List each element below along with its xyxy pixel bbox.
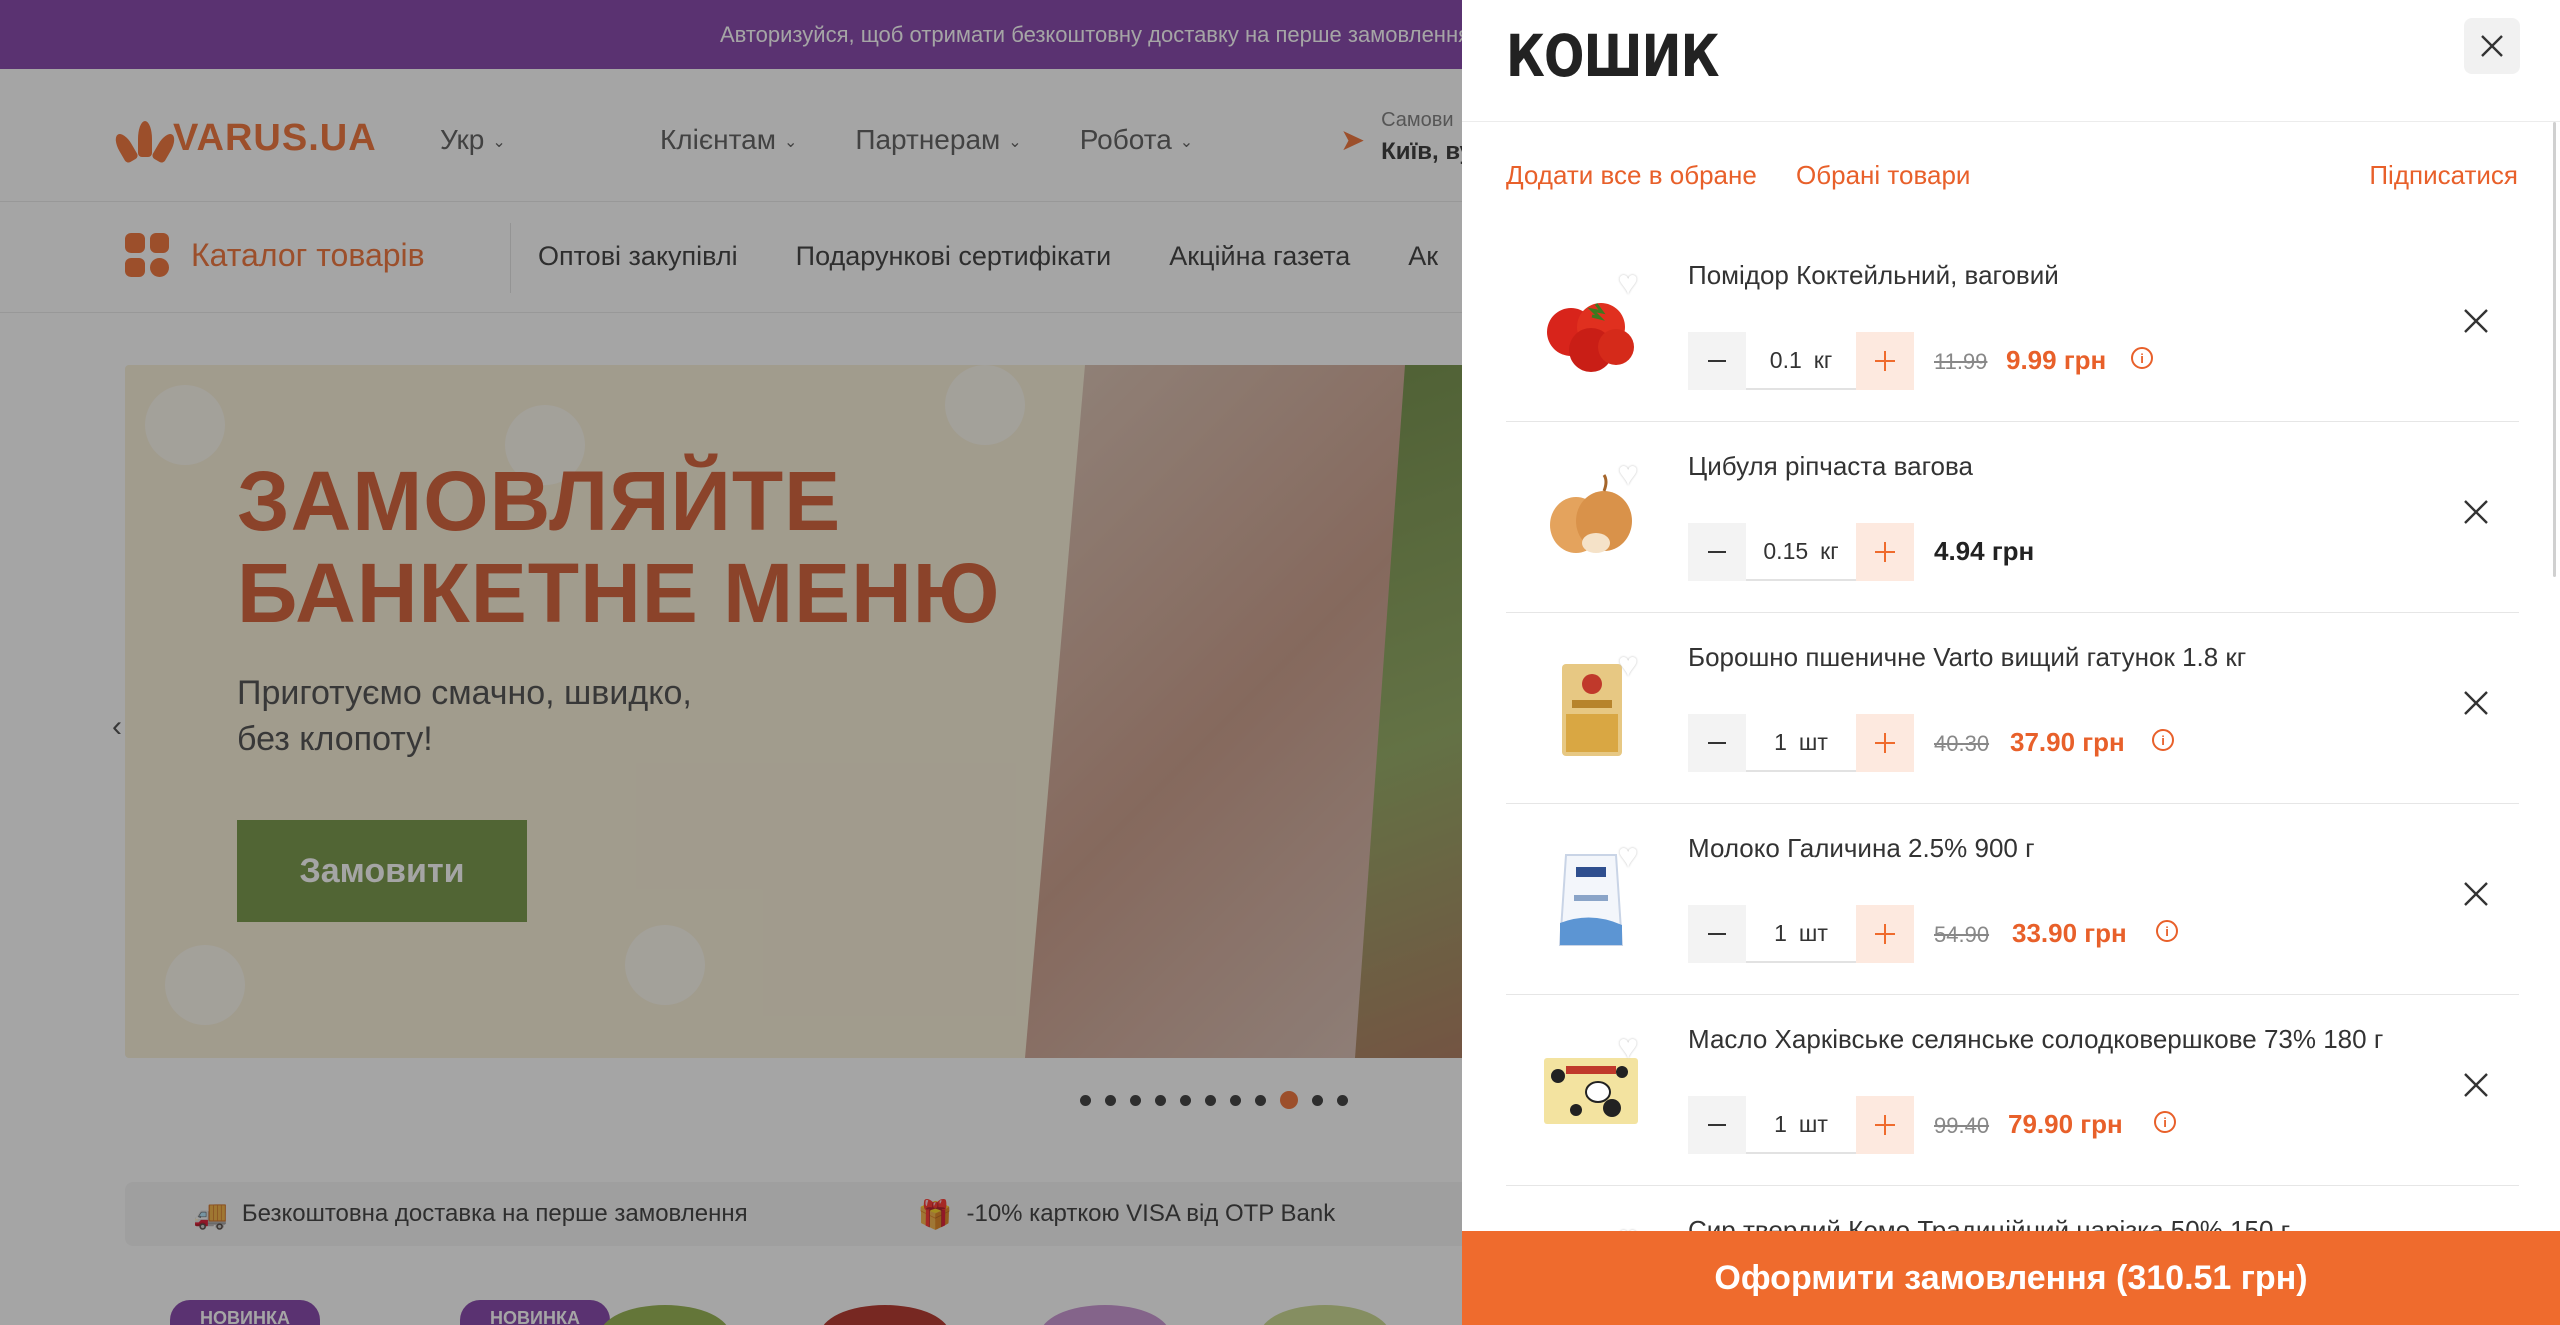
current-price: 79.90 грн (2008, 1109, 2123, 1139)
quantity-field[interactable]: 1 шт (1746, 905, 1856, 963)
add-all-to-favorites-link[interactable]: Додати все в обране (1506, 160, 1757, 191)
plus-icon (1875, 351, 1895, 371)
quantity-unit: кг (1813, 346, 1833, 373)
quantity-field[interactable]: 1 шт (1746, 1096, 1856, 1154)
old-price: 40.30 (1934, 731, 1990, 756)
favorite-heart-icon[interactable]: ♥ (1618, 264, 1638, 303)
quantity-value: 1 (1774, 1110, 1787, 1137)
product-name[interactable]: Масло Харківське селянське солодковершко… (1688, 1024, 2383, 1055)
remove-item-button[interactable] (2453, 680, 2499, 726)
old-price: 54.90 (1934, 922, 1990, 947)
quantity-unit: шт (1798, 1110, 1828, 1137)
minus-icon (1708, 1124, 1726, 1126)
quantity-stepper: 0.1 кг (1688, 332, 1914, 390)
decrease-quantity-button[interactable] (1688, 1096, 1746, 1154)
minus-icon (1708, 360, 1726, 362)
subscribe-link[interactable]: Підписатися (2369, 160, 2518, 191)
cart-item: ♥ Борошно пшеничне Varto вищий гатунок 1… (1506, 614, 2519, 804)
remove-item-button[interactable] (2453, 1062, 2499, 1108)
cart-title: КОШИК (1506, 22, 1719, 90)
cart-item: ♥ Помідор Коктейльний, ваговий 0.1 кг 11.… (1506, 232, 2519, 422)
plus-icon (1875, 542, 1895, 562)
favorite-heart-icon[interactable]: ♥ (1618, 837, 1638, 876)
quantity-stepper: 1 шт (1688, 714, 1914, 772)
close-icon (2464, 882, 2488, 906)
minus-icon (1708, 551, 1726, 553)
product-name[interactable]: Молоко Галичина 2.5% 900 г (1688, 833, 2035, 864)
remove-item-button[interactable] (2453, 489, 2499, 535)
info-icon[interactable]: i (2131, 347, 2153, 369)
product-name[interactable]: Борошно пшеничне Varto вищий гатунок 1.8… (1688, 642, 2246, 673)
remove-item-button[interactable] (2453, 871, 2499, 917)
quantity-unit: шт (1798, 728, 1828, 755)
old-price: 99.40 (1934, 1113, 1990, 1138)
decrease-quantity-button[interactable] (1688, 523, 1746, 581)
quantity-field[interactable]: 0.1 кг (1746, 332, 1856, 390)
quantity-stepper: 1 шт (1688, 905, 1914, 963)
increase-quantity-button[interactable] (1856, 714, 1914, 772)
info-icon[interactable]: i (2156, 920, 2178, 942)
cart-item: ♥ Молоко Галичина 2.5% 900 г 1 шт 54.90 3… (1506, 805, 2519, 995)
decrease-quantity-button[interactable] (1688, 332, 1746, 390)
quantity-unit: шт (1798, 919, 1828, 946)
info-icon[interactable]: i (2152, 729, 2174, 751)
current-price: 4.94 грн (1934, 536, 2035, 566)
old-price: 11.99 (1934, 349, 1988, 374)
quantity-value: 1 (1774, 919, 1787, 946)
info-icon[interactable]: i (2154, 1111, 2176, 1133)
quantity-stepper: 0.15 кг (1688, 523, 1914, 581)
quantity-value: 0.1 (1769, 346, 1802, 373)
plus-icon (1875, 733, 1895, 753)
favorite-heart-icon[interactable]: ♥ (1618, 1028, 1638, 1067)
increase-quantity-button[interactable] (1856, 523, 1914, 581)
plus-icon (1875, 924, 1895, 944)
close-cart-button[interactable] (2464, 18, 2520, 74)
current-price: 33.90 грн (2012, 918, 2127, 948)
increase-quantity-button[interactable] (1856, 332, 1914, 390)
current-price: 9.99 грн (2006, 345, 2107, 375)
favorite-heart-icon[interactable]: ♥ (1618, 455, 1638, 494)
cart-header: КОШИК (1462, 0, 2560, 122)
close-icon (2464, 691, 2488, 715)
quantity-field[interactable]: 0.15 кг (1746, 523, 1856, 581)
minus-icon (1708, 742, 1726, 744)
close-icon (2464, 1073, 2488, 1097)
remove-item-button[interactable] (2453, 298, 2499, 344)
quantity-value: 1 (1774, 728, 1787, 755)
cart-item: ♥ Цибуля ріпчаста вагова 0.15 кг 4.94 грн (1506, 423, 2519, 613)
cart-scrollbar[interactable] (2553, 122, 2556, 577)
checkout-button[interactable]: Оформити замовлення (310.51 грн) (1462, 1231, 2560, 1325)
plus-icon (1875, 1115, 1895, 1135)
cart-drawer: КОШИК Додати все в обране Обрані товари … (1462, 0, 2560, 1325)
favorite-heart-icon[interactable]: ♥ (1618, 646, 1638, 685)
current-price: 37.90 грн (2010, 727, 2125, 757)
decrease-quantity-button[interactable] (1688, 905, 1746, 963)
quantity-value: 0.15 (1763, 537, 1809, 564)
close-icon (2481, 35, 2503, 57)
product-name[interactable]: Помідор Коктейльний, ваговий (1688, 260, 2059, 291)
quantity-unit: кг (1820, 537, 1839, 564)
minus-icon (1708, 933, 1726, 935)
product-name[interactable]: Цибуля ріпчаста вагова (1688, 451, 1973, 482)
quantity-stepper: 1 шт (1688, 1096, 1914, 1154)
close-icon (2464, 500, 2488, 524)
cart-item: ♥ Масло Харківське селянське солодковерш… (1506, 996, 2519, 1186)
decrease-quantity-button[interactable] (1688, 714, 1746, 772)
close-icon (2464, 309, 2488, 333)
increase-quantity-button[interactable] (1856, 1096, 1914, 1154)
modal-backdrop[interactable] (0, 0, 1462, 1325)
quantity-field[interactable]: 1 шт (1746, 714, 1856, 772)
favorites-link[interactable]: Обрані товари (1796, 160, 1970, 191)
increase-quantity-button[interactable] (1856, 905, 1914, 963)
